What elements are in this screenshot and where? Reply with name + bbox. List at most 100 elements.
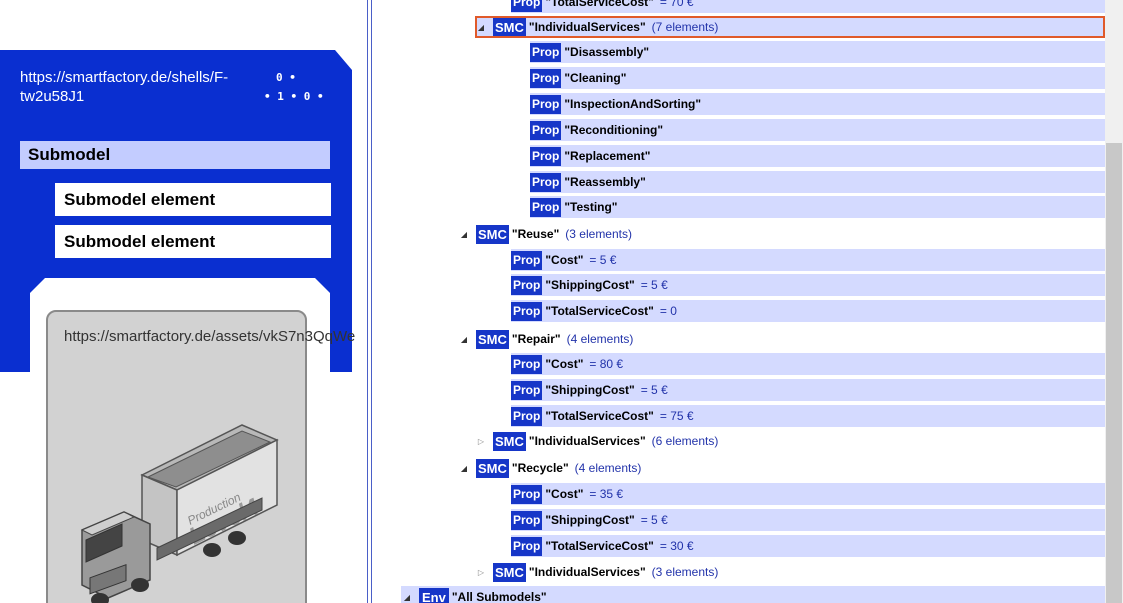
shell-id-text: https://smartfactory.de/shells/F-tw2u58J… <box>20 69 229 105</box>
tree-row[interactable]: Prop "TotalServiceCost" = 75 € <box>511 405 1105 427</box>
property-value: = 75 € <box>659 409 694 423</box>
smc-type-badge: SMC <box>476 224 509 244</box>
element-name: "TotalServiceCost" <box>545 539 654 553</box>
tree-row[interactable]: Prop "ShippingCost" = 5 € <box>511 509 1105 531</box>
element-name: "Reconditioning" <box>564 123 664 137</box>
prop-type-badge: Prop <box>511 250 543 270</box>
element-name: "Cost" <box>545 487 584 501</box>
tree-row[interactable]: Prop "Disassembly" <box>530 41 1105 63</box>
smc-type-badge: SMC <box>476 329 509 349</box>
shell-indicator-dots: • 1 • 0 • <box>264 90 324 103</box>
collapse-arrow-icon[interactable]: ◢ <box>458 230 470 239</box>
prop-type-badge: Prop <box>530 146 562 166</box>
tree-row[interactable]: ◢ Env "All Submodels" <box>401 586 1105 603</box>
submodel-label[interactable]: Submodel <box>20 141 330 169</box>
property-value: = 70 € <box>659 0 694 9</box>
expand-arrow-icon[interactable]: ▷ <box>475 568 487 577</box>
element-name: "ShippingCost" <box>545 278 635 292</box>
property-value: = 5 € <box>589 253 617 267</box>
submodel-element-label[interactable]: Submodel element <box>55 225 331 258</box>
smc-type-badge: SMC <box>493 562 526 582</box>
smc-type-badge: SMC <box>493 431 526 451</box>
element-name: "IndividualServices" <box>528 434 646 448</box>
prop-type-badge: Prop <box>511 406 543 426</box>
tree-row[interactable]: ▷ SMC "IndividualServices" (3 elements) <box>475 561 1105 583</box>
element-count: (3 elements) <box>651 565 719 579</box>
element-count: (4 elements) <box>574 461 642 475</box>
tree-row[interactable]: Prop "Reassembly" <box>530 171 1105 193</box>
property-value: = 0 <box>659 304 677 318</box>
element-count: (3 elements) <box>565 227 632 241</box>
smc-type-badge: SMC <box>476 458 509 478</box>
prop-type-badge: Prop <box>511 380 543 400</box>
collapse-arrow-icon[interactable]: ◢ <box>458 335 470 344</box>
element-name: "TotalServiceCost" <box>545 304 654 318</box>
tree-row[interactable]: Prop "Reconditioning" <box>530 119 1105 141</box>
tree-row[interactable]: Prop "Cost" = 5 € <box>511 249 1105 271</box>
prop-type-badge: Prop <box>530 68 562 88</box>
collapse-arrow-icon[interactable]: ◢ <box>458 464 470 473</box>
tree-row[interactable]: Prop "ShippingCost" = 5 € <box>511 274 1105 296</box>
element-count: (6 elements) <box>651 434 719 448</box>
element-name: "IndividualServices" <box>528 565 646 579</box>
element-name: "All Submodels" <box>451 590 547 603</box>
element-name: "Cost" <box>545 253 584 267</box>
prop-type-badge: Prop <box>530 42 562 62</box>
submodel-element-label[interactable]: Submodel element <box>55 183 331 216</box>
element-count: (7 elements) <box>651 20 719 34</box>
element-name: "Cost" <box>545 357 584 371</box>
element-name: "Testing" <box>564 200 618 214</box>
tree-row[interactable]: Prop "ShippingCost" = 5 € <box>511 379 1105 401</box>
expand-arrow-icon[interactable]: ▷ <box>475 437 487 446</box>
prop-type-badge: Prop <box>511 0 543 12</box>
element-name: "InspectionAndSorting" <box>564 97 702 111</box>
tree-row[interactable]: ◢ SMC "IndividualServices" (7 elements) <box>475 16 1105 38</box>
tree-row[interactable]: Prop "Testing" <box>530 196 1105 218</box>
element-name: "Disassembly" <box>564 45 650 59</box>
shell-indicator-dots: 0 • <box>276 71 296 84</box>
collapse-arrow-icon[interactable]: ◢ <box>401 593 413 602</box>
element-name: "TotalServiceCost" <box>545 0 654 9</box>
tree-row[interactable]: ▷ SMC "IndividualServices" (6 elements) <box>475 430 1105 452</box>
env-type-badge: Env <box>419 587 449 603</box>
element-name: "TotalServiceCost" <box>545 409 654 423</box>
prop-type-badge: Prop <box>530 197 562 217</box>
element-name: "Cleaning" <box>564 71 627 85</box>
property-value: = 5 € <box>640 278 668 292</box>
tree-row[interactable]: Prop "Replacement" <box>530 145 1105 167</box>
aas-tree-view: Prop "TotalServiceCost" = 70 € ◢ SMC "Individ… <box>372 0 1105 603</box>
tree-row[interactable]: Prop "TotalServiceCost" = 70 € <box>511 0 1105 13</box>
tree-row[interactable]: Prop "TotalServiceCost" = 0 <box>511 300 1105 322</box>
tree-row[interactable]: Prop "Cost" = 35 € <box>511 483 1105 505</box>
prop-type-badge: Prop <box>530 94 562 114</box>
tree-row[interactable]: Prop "TotalServiceCost" = 30 € <box>511 535 1105 557</box>
property-value: = 35 € <box>589 487 624 501</box>
element-name: "ShippingCost" <box>545 383 635 397</box>
element-count: (4 elements) <box>566 332 634 346</box>
tree-row[interactable]: Prop "Cleaning" <box>530 67 1105 89</box>
collapse-arrow-icon[interactable]: ◢ <box>475 23 487 32</box>
prop-type-badge: Prop <box>511 536 543 556</box>
property-value: = 30 € <box>659 539 694 553</box>
element-name: "IndividualServices" <box>528 20 646 34</box>
vertical-scrollbar[interactable] <box>1105 0 1123 603</box>
element-name: "Reassembly" <box>564 175 646 189</box>
prop-type-badge: Prop <box>511 354 543 374</box>
asset-id-text: https://smartfactory.de/assets/vkS7n3QqW… <box>64 328 356 345</box>
smc-type-badge: SMC <box>493 17 526 37</box>
property-value: = 80 € <box>589 357 624 371</box>
tree-row[interactable]: ◢ SMC "Recycle" (4 elements) <box>458 457 1105 479</box>
prop-type-badge: Prop <box>511 510 543 530</box>
element-name: "Recycle" <box>511 461 569 475</box>
element-name: "Repair" <box>511 332 561 346</box>
tree-row[interactable]: ◢ SMC "Repair" (4 elements) <box>458 328 1105 350</box>
scrollbar-thumb[interactable] <box>1106 143 1122 603</box>
element-name: "Replacement" <box>564 149 651 163</box>
tree-row[interactable]: Prop "Cost" = 80 € <box>511 353 1105 375</box>
tree-row[interactable]: ◢ SMC "Reuse" (3 elements) <box>458 223 1105 245</box>
element-name: "ShippingCost" <box>545 513 635 527</box>
property-value: = 5 € <box>640 513 668 527</box>
truck-image: Production Level4 <box>80 424 279 603</box>
tree-row[interactable]: Prop "InspectionAndSorting" <box>530 93 1105 115</box>
prop-type-badge: Prop <box>530 172 562 192</box>
